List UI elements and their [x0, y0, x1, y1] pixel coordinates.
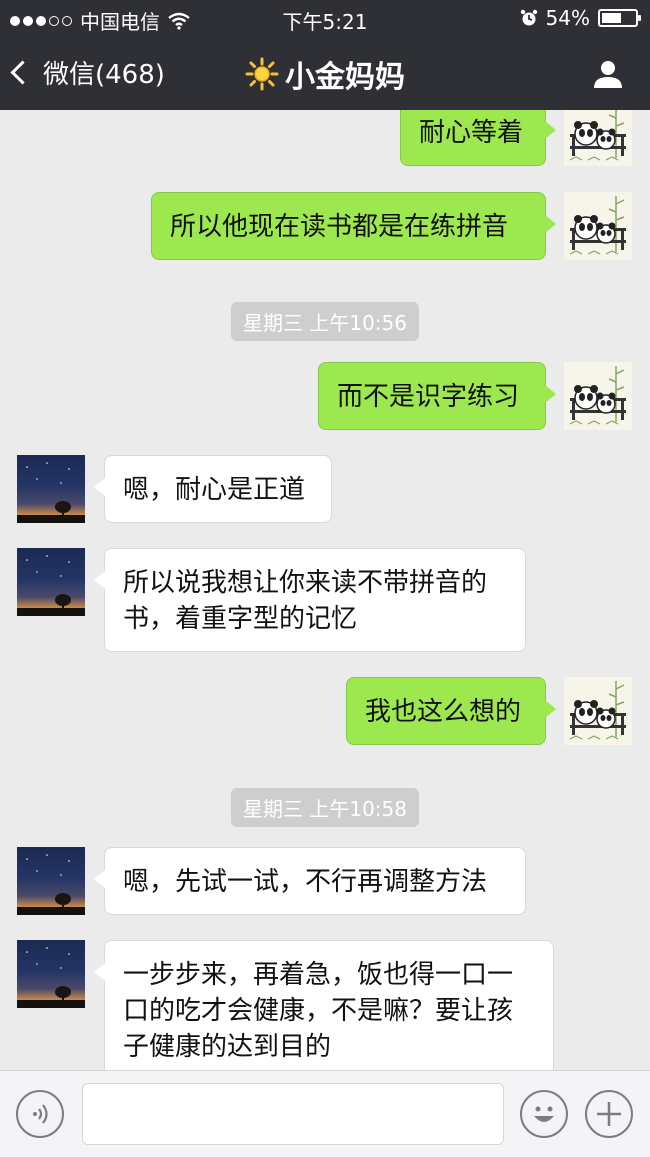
plus-button[interactable] [585, 1090, 633, 1138]
message-bubble-them[interactable]: 嗯，先试一试，不行再调整方法 [94, 847, 526, 915]
battery-percent: 54% [545, 6, 590, 30]
night-sky-avatar-image [17, 947, 85, 1008]
message-bubble-me[interactable]: 我也这么想的 [346, 677, 556, 745]
alarm-icon [520, 9, 537, 26]
person-icon[interactable] [592, 58, 624, 90]
message-input[interactable] [82, 1083, 504, 1145]
message-bubble-me[interactable]: 耐心等着 [400, 110, 556, 166]
message-bubble-me[interactable]: 而不是识字练习 [318, 362, 556, 430]
night-sky-avatar-image [17, 555, 85, 616]
top-bar: 中国电信 下午5:21 54% 微信(468) 小金妈妈 [0, 0, 650, 110]
chat-title: 小金妈妈 [0, 52, 650, 96]
message-bubble-me[interactable]: 所以他现在读书都是在练拼音 [151, 192, 556, 260]
night-sky-avatar-image [17, 462, 85, 523]
panda-avatar-image [569, 366, 626, 425]
contact-avatar[interactable] [17, 455, 85, 523]
voice-icon [33, 1104, 48, 1124]
emoji-icon [534, 1106, 554, 1122]
plus-icon [597, 1102, 621, 1126]
panda-avatar-image [569, 110, 626, 161]
my-avatar[interactable] [564, 110, 632, 166]
panda-avatar-image [569, 681, 626, 740]
chat-title-text: 小金妈妈 [285, 60, 405, 95]
message-bubble-them[interactable]: 嗯，耐心是正道 [94, 455, 332, 523]
contact-avatar[interactable] [17, 940, 85, 1008]
chat-area[interactable]: 耐心等着 所以他现在读书都是在练拼音 星期三 上午10:56 而不是识字练习 嗯… [0, 110, 650, 1070]
nav-bar: 微信(468) 小金妈妈 [0, 40, 650, 106]
battery-icon [598, 9, 641, 27]
panda-avatar-image [569, 196, 626, 255]
night-sky-avatar-image [17, 854, 85, 915]
sun-icon [245, 57, 279, 91]
input-bar [0, 1070, 650, 1157]
voice-button[interactable] [16, 1090, 64, 1138]
emoji-button[interactable] [520, 1090, 568, 1138]
status-bar: 中国电信 下午5:21 54% [0, 0, 650, 36]
contact-avatar[interactable] [17, 548, 85, 616]
my-avatar[interactable] [564, 677, 632, 745]
timestamp: 星期三 上午10:58 [0, 788, 650, 827]
timestamp: 星期三 上午10:56 [0, 302, 650, 341]
my-avatar[interactable] [564, 362, 632, 430]
message-bubble-them[interactable]: 所以说我想让你来读不带拼音的书，着重字型的记忆 [94, 548, 526, 652]
message-bubble-them[interactable]: 一步步来，再着急，饭也得一口一口的吃才会健康，不是嘛？要让孩子健康的达到目的 [94, 940, 554, 1070]
contact-avatar[interactable] [17, 847, 85, 915]
my-avatar[interactable] [564, 192, 632, 260]
